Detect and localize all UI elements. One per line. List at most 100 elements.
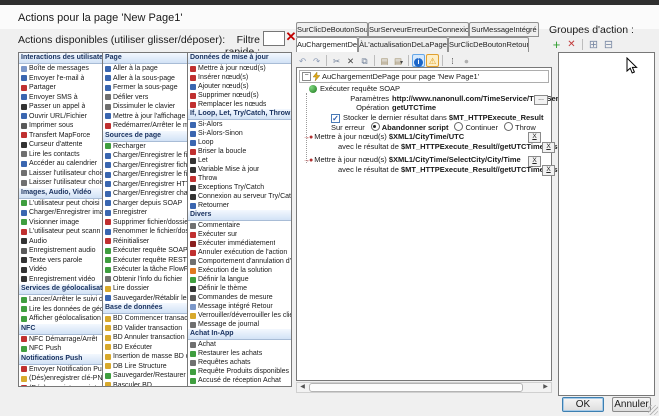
action-item[interactable]: Imprimer sous — [19, 121, 102, 131]
action-item[interactable]: Si-Alors-Sinon — [188, 129, 291, 138]
tab-auchargementdepage[interactable]: AuChargementDePage — [296, 37, 358, 52]
action-item[interactable]: (Dés)enregistrer sujets-P — [19, 384, 102, 388]
action-item[interactable]: Exécuter requête SOAP — [103, 246, 187, 256]
action-item[interactable]: Afficher géolocalisation — [19, 314, 102, 324]
action-item[interactable]: Passer un appel à — [19, 102, 102, 112]
action-item[interactable]: Défiler vers — [103, 93, 187, 103]
action-item[interactable]: Insérer nœud(s) — [188, 73, 291, 82]
action-item[interactable]: Obtenir/rapporter solde consom — [188, 385, 291, 387]
action-item[interactable]: Obtenir l'info du fichier — [103, 275, 187, 285]
scroll-left-icon[interactable]: ◀ — [297, 383, 308, 392]
action-item[interactable]: Restaurer les achats — [188, 349, 291, 358]
action-item[interactable]: Annuler exécution de l'action — [188, 248, 291, 257]
action-groups-list[interactable] — [558, 52, 655, 396]
action-item[interactable]: Charger/Enregistrer chaîne — [103, 189, 187, 199]
tree-root-row[interactable]: − AuChargementDePage pour page 'New Page… — [299, 70, 549, 83]
action-item[interactable]: Basculer BD — [103, 381, 187, 388]
operation-value[interactable]: getUTCTime — [392, 103, 436, 112]
action-item[interactable]: Réinitialiser — [103, 237, 187, 247]
action-item[interactable]: Requêtes achats — [188, 358, 291, 367]
collapse-expander-icon[interactable]: − — [302, 72, 311, 81]
action-item[interactable]: Texte vers parole — [19, 256, 102, 266]
action-item[interactable]: Curseur d'attente — [19, 140, 102, 150]
action-item[interactable]: Fermer la sous-page — [103, 83, 187, 93]
action-item[interactable]: BD Exécuter — [103, 343, 187, 353]
paste-icon[interactable]: ▤ — [378, 54, 391, 67]
action-item[interactable]: Ouvrir URL/Fichier — [19, 112, 102, 122]
action-item[interactable]: Définir la langue — [188, 275, 291, 284]
action-item[interactable]: BD Annuler transaction — [103, 333, 187, 343]
copy-icon[interactable]: ⧉ — [358, 54, 371, 67]
xpath-edit-button[interactable]: X — [542, 165, 555, 176]
action-item[interactable]: Laisser l'utilisateur chois — [19, 169, 102, 179]
tab-surclicdeboutonsoumettre[interactable]: SurClicDeBoutonSoumettre — [296, 22, 368, 37]
resize-grip[interactable] — [648, 405, 658, 415]
action-item[interactable]: Transfert MapForce — [19, 131, 102, 141]
on-error-radio-abandonner-script[interactable] — [371, 122, 380, 131]
add-action-group-icon[interactable]: + — [550, 38, 563, 51]
action-item[interactable]: Briser la boucle — [188, 147, 291, 156]
action-item[interactable]: Charger/Enregistrer le fichier — [103, 151, 187, 161]
breakpoints-icon[interactable]: ⁞ — [446, 54, 459, 67]
action-item[interactable]: Lire les données de géo — [19, 305, 102, 315]
disabled-record-icon[interactable]: ● — [460, 54, 473, 67]
action-item[interactable]: Définir le thème — [188, 284, 291, 293]
action-item[interactable]: Vidéo — [19, 265, 102, 275]
action-item[interactable]: Envoyer l'e-mail à — [19, 74, 102, 84]
action-item[interactable]: Connexion au serveur Try/Catch — [188, 192, 291, 201]
action-item[interactable]: Lire dossier — [103, 284, 187, 294]
action-item[interactable]: Comportement d'annulation d'u — [188, 257, 291, 266]
on-error-radio-continuer[interactable] — [454, 122, 463, 131]
resolve-action-group-icon[interactable]: ⊟ — [602, 38, 615, 51]
action-item[interactable]: Mettre à jour nœud(s) — [188, 64, 291, 73]
delete-icon[interactable]: ✕ — [344, 54, 357, 67]
info-icon[interactable]: i — [412, 54, 425, 67]
ok-button[interactable]: OK — [562, 397, 604, 412]
action-item[interactable]: Redémarrer/Arrêter le minuteu — [103, 121, 187, 131]
action-item[interactable]: Let — [188, 156, 291, 165]
tab-surclicdeboutonretour[interactable]: SurClicDeBoutonRetour — [448, 37, 529, 52]
xpath-edit-button[interactable]: X — [542, 142, 555, 153]
warning-icon[interactable]: ⚠ — [426, 54, 439, 67]
action-item[interactable]: Recharger — [103, 142, 187, 152]
tab-surmessageintégré[interactable]: SurMessageIntégré — [469, 22, 539, 37]
action-item[interactable]: Dissimuler le clavier — [103, 102, 187, 112]
create-group-from-actions-icon[interactable]: ⊞ — [587, 38, 600, 51]
action-item[interactable]: Lire les contacts — [19, 150, 102, 160]
redo-icon[interactable]: ↷ — [310, 54, 323, 67]
action-item[interactable]: Accusé de réception Achat — [188, 376, 291, 385]
cut-icon[interactable]: ✂ — [330, 54, 343, 67]
action-item[interactable]: Enregistrement audio — [19, 246, 102, 256]
action-item[interactable]: Charger/Enregistrer fichier Bina — [103, 161, 187, 171]
action-item[interactable]: Loop — [188, 138, 291, 147]
action-item[interactable]: Requête Produits disponibles — [188, 367, 291, 376]
action-item[interactable]: Laisser l'utilisateur chois — [19, 178, 102, 188]
action-item[interactable]: Throw — [188, 174, 291, 183]
action-item[interactable]: Achat — [188, 340, 291, 349]
action-item[interactable]: BD Valider transaction — [103, 324, 187, 334]
action-item[interactable]: Charger/Enregistrer HTTP/FTP — [103, 180, 187, 190]
action-item[interactable]: Charger depuis SOAP — [103, 199, 187, 209]
update-node-target[interactable]: $XML1/CityTime/SelectCity/City/Time — [389, 155, 521, 164]
action-item[interactable]: Remplacer les nœuds — [188, 100, 291, 109]
action-item[interactable]: Renommer le fichier/dossier — [103, 227, 187, 237]
action-item[interactable]: Ajouter nœud(s) — [188, 82, 291, 91]
quick-filter-input[interactable] — [263, 31, 285, 46]
update-node-row[interactable]: →●Mettre à jour nœud(s) $XML1/CityTime/S… — [297, 155, 551, 165]
action-item[interactable]: Exécuter requête REST — [103, 256, 187, 266]
action-item[interactable]: Enregistrer — [103, 208, 187, 218]
action-item[interactable]: Visionner image — [19, 218, 102, 228]
action-item[interactable]: DB Lire Structure — [103, 362, 187, 372]
action-item[interactable]: Exécuter la tâche FlowForce — [103, 265, 187, 275]
undo-icon[interactable]: ↶ — [296, 54, 309, 67]
paste-special-icon[interactable]: ▤▾ — [392, 54, 405, 67]
action-item[interactable]: NFC Push — [19, 344, 102, 354]
action-item[interactable]: Verrouiller/déverrouiller les clien — [188, 311, 291, 320]
action-item[interactable]: Partager — [19, 83, 102, 93]
horizontal-scrollbar[interactable]: ◀ ▶ — [296, 382, 552, 393]
action-item[interactable]: L'utilisateur peut scann — [19, 227, 102, 237]
action-item[interactable]: Commentaire — [188, 221, 291, 230]
action-item[interactable]: Sauvegarder/Rétablir les sourc — [103, 294, 187, 304]
tab-àl'actualisationdelapage[interactable]: ÀL'actualisationDeLaPage — [358, 37, 448, 52]
dropdown-arrow-icon[interactable]: ▾ — [400, 60, 403, 66]
